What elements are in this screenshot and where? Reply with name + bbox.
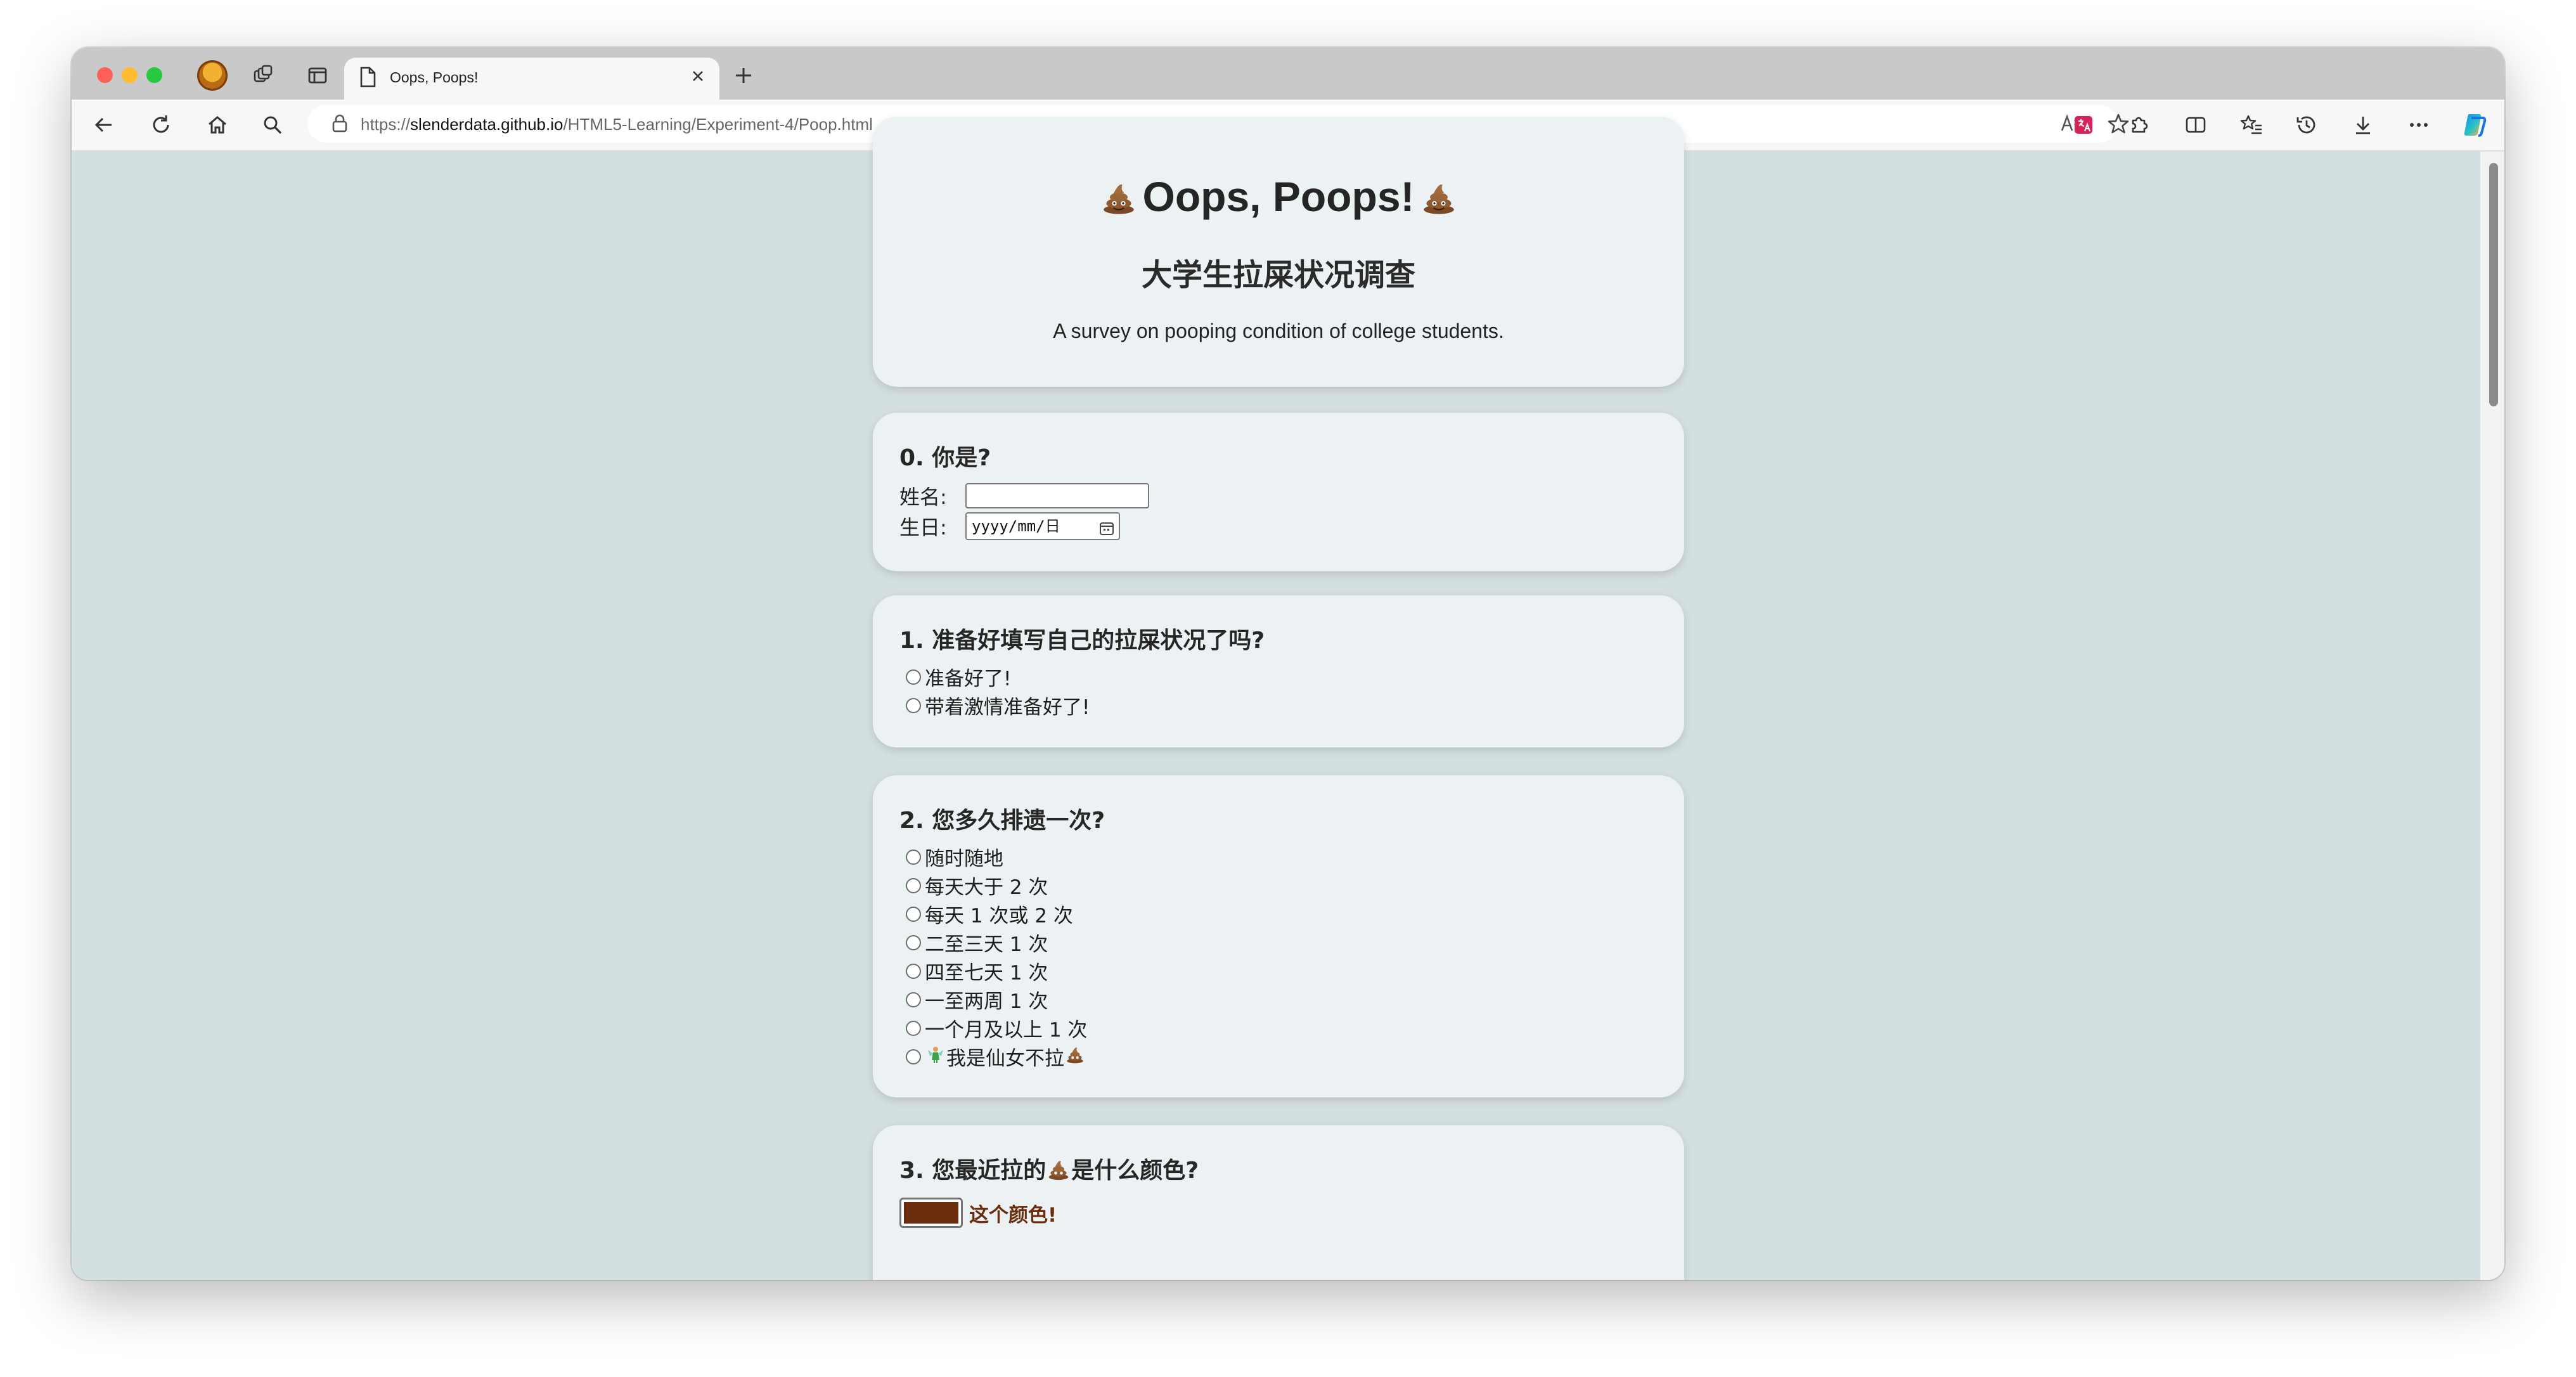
tab-strip: Oops, Poops!: [72, 48, 2504, 100]
question-2-card: 2. 您多久排遗一次? 随时随地 每天大于 2 次 每天 1 次或 2 次 二至…: [873, 775, 1684, 1097]
tab-title: Oops, Poops!: [390, 69, 479, 86]
radio-button[interactable]: [906, 669, 921, 685]
tab-active[interactable]: Oops, Poops!: [344, 58, 719, 100]
color-swatch-fill: [904, 1202, 958, 1224]
option-label: 一个月及以上 1 次: [925, 1019, 1088, 1042]
option-label: 一至两周 1 次: [925, 990, 1048, 1013]
workspaces-icon[interactable]: [249, 61, 277, 89]
url-text[interactable]: https://slenderdata.github.io/HTML5-Lear…: [361, 115, 873, 134]
reload-button[interactable]: [146, 110, 176, 139]
question-3-title: 3. 您最近拉的 是什么颜色?: [899, 1152, 1199, 1186]
close-window-button[interactable]: [97, 67, 113, 83]
option-label: 每天大于 2 次: [925, 876, 1048, 899]
extensions-icon[interactable]: [2124, 110, 2153, 139]
option-label: 二至三天 1 次: [925, 933, 1048, 956]
question-2-option[interactable]: 二至三天 1 次: [899, 928, 1087, 957]
radio-button[interactable]: [906, 849, 921, 865]
fairy-icon: [926, 1045, 945, 1069]
question-1-title: 1. 准备好填写自己的拉屎状况了吗?: [899, 628, 1265, 654]
page-description: A survey on pooping condition of college…: [1053, 320, 1504, 342]
question-2-option[interactable]: 每天 1 次或 2 次: [899, 900, 1087, 928]
question-2-option[interactable]: 一个月及以上 1 次: [899, 1014, 1087, 1042]
radio-button[interactable]: [906, 1020, 921, 1036]
question-3-card: 3. 您最近拉的 是什么颜色? 这个颜色!: [873, 1125, 1684, 1280]
option-label: 随时随地: [925, 848, 1003, 870]
radio-button[interactable]: [906, 934, 921, 950]
birthday-placeholder: yyyy/mm/日: [972, 517, 1060, 535]
scrollbar-thumb[interactable]: [2489, 163, 2498, 406]
question-2-option[interactable]: 随时随地: [899, 843, 1087, 871]
downloads-icon[interactable]: [2348, 110, 2378, 139]
radio-button[interactable]: [906, 906, 921, 922]
question-2-option[interactable]: 一至两周 1 次: [899, 985, 1087, 1014]
header-card: Oops, Poops! 大学生拉屎状况调查 A survey on poopi…: [873, 117, 1684, 387]
birthday-date-input[interactable]: yyyy/mm/日: [965, 512, 1120, 540]
pile-of-poo-icon: [1421, 176, 1457, 224]
option-label: 准备好了!: [925, 668, 1012, 690]
minimize-window-button[interactable]: [122, 67, 138, 83]
history-icon[interactable]: [2292, 110, 2321, 139]
option-label: 我是仙女不拉: [946, 1047, 1064, 1070]
radio-button[interactable]: [906, 963, 921, 979]
translate-extension-icon[interactable]: [2069, 110, 2098, 139]
question-2-option[interactable]: 我是仙女不拉: [899, 1042, 1087, 1071]
profile-avatar[interactable]: [197, 60, 228, 91]
back-button[interactable]: [89, 110, 119, 139]
vertical-tabs-icon[interactable]: [304, 61, 332, 89]
browser-window: Oops, Poops! https://slenderdata.github.…: [72, 48, 2504, 1280]
birthday-label: 生日:: [899, 515, 947, 540]
question-2-option[interactable]: 每天大于 2 次: [899, 871, 1087, 900]
split-screen-icon[interactable]: [2181, 110, 2210, 139]
maximize-window-button[interactable]: [146, 67, 162, 83]
color-picker-input[interactable]: [899, 1198, 963, 1228]
page-icon: [358, 67, 377, 91]
calendar-icon[interactable]: [1098, 519, 1115, 544]
radio-button[interactable]: [906, 992, 921, 1007]
pile-of-poo-icon: [1047, 1158, 1070, 1186]
question-2-options: 随时随地 每天大于 2 次 每天 1 次或 2 次 二至三天 1 次 四至七天 …: [899, 843, 1087, 1071]
question-1-option[interactable]: 带着激情准备好了!: [899, 691, 1090, 720]
radio-button[interactable]: [906, 1049, 921, 1064]
home-button[interactable]: [203, 110, 232, 139]
birthday-row: 生日: yyyy/mm/日: [899, 512, 1120, 541]
page-subtitle: 大学生拉屎状况调查: [1141, 257, 1415, 293]
close-tab-icon[interactable]: [686, 65, 709, 87]
lock-icon[interactable]: [332, 114, 348, 136]
more-menu-icon[interactable]: [2404, 110, 2433, 139]
name-row: 姓名:: [899, 481, 1149, 510]
pile-of-poo-icon: [1101, 176, 1137, 224]
option-label: 四至七天 1 次: [925, 962, 1048, 985]
question-1-card: 1. 准备好填写自己的拉屎状况了吗? 准备好了! 带着激情准备好了!: [873, 595, 1684, 747]
copilot-icon[interactable]: [2460, 110, 2489, 139]
name-label: 姓名:: [899, 485, 947, 509]
new-tab-button[interactable]: [730, 61, 757, 89]
radio-button[interactable]: [906, 697, 921, 713]
question-1-option[interactable]: 准备好了!: [899, 663, 1090, 691]
radio-button[interactable]: [906, 877, 921, 893]
color-label: 这个颜色!: [969, 1203, 1057, 1227]
color-picker-row: 这个颜色!: [899, 1198, 1057, 1228]
question-0-card: 0. 你是? 姓名: 生日: yyyy/mm/日: [873, 413, 1684, 571]
question-2-title: 2. 您多久排遗一次?: [899, 808, 1105, 834]
pile-of-poo-icon: [1066, 1045, 1085, 1069]
favorites-icon[interactable]: [2237, 110, 2266, 139]
search-icon[interactable]: [258, 110, 287, 139]
question-1-options: 准备好了! 带着激情准备好了!: [899, 663, 1090, 720]
option-label: 带着激情准备好了!: [925, 696, 1090, 719]
option-label: 每天 1 次或 2 次: [925, 905, 1073, 928]
question-2-option[interactable]: 四至七天 1 次: [899, 957, 1087, 985]
name-input[interactable]: [965, 483, 1149, 508]
page-title: Oops, Poops!: [873, 172, 1684, 224]
question-0-title: 0. 你是?: [899, 445, 991, 471]
